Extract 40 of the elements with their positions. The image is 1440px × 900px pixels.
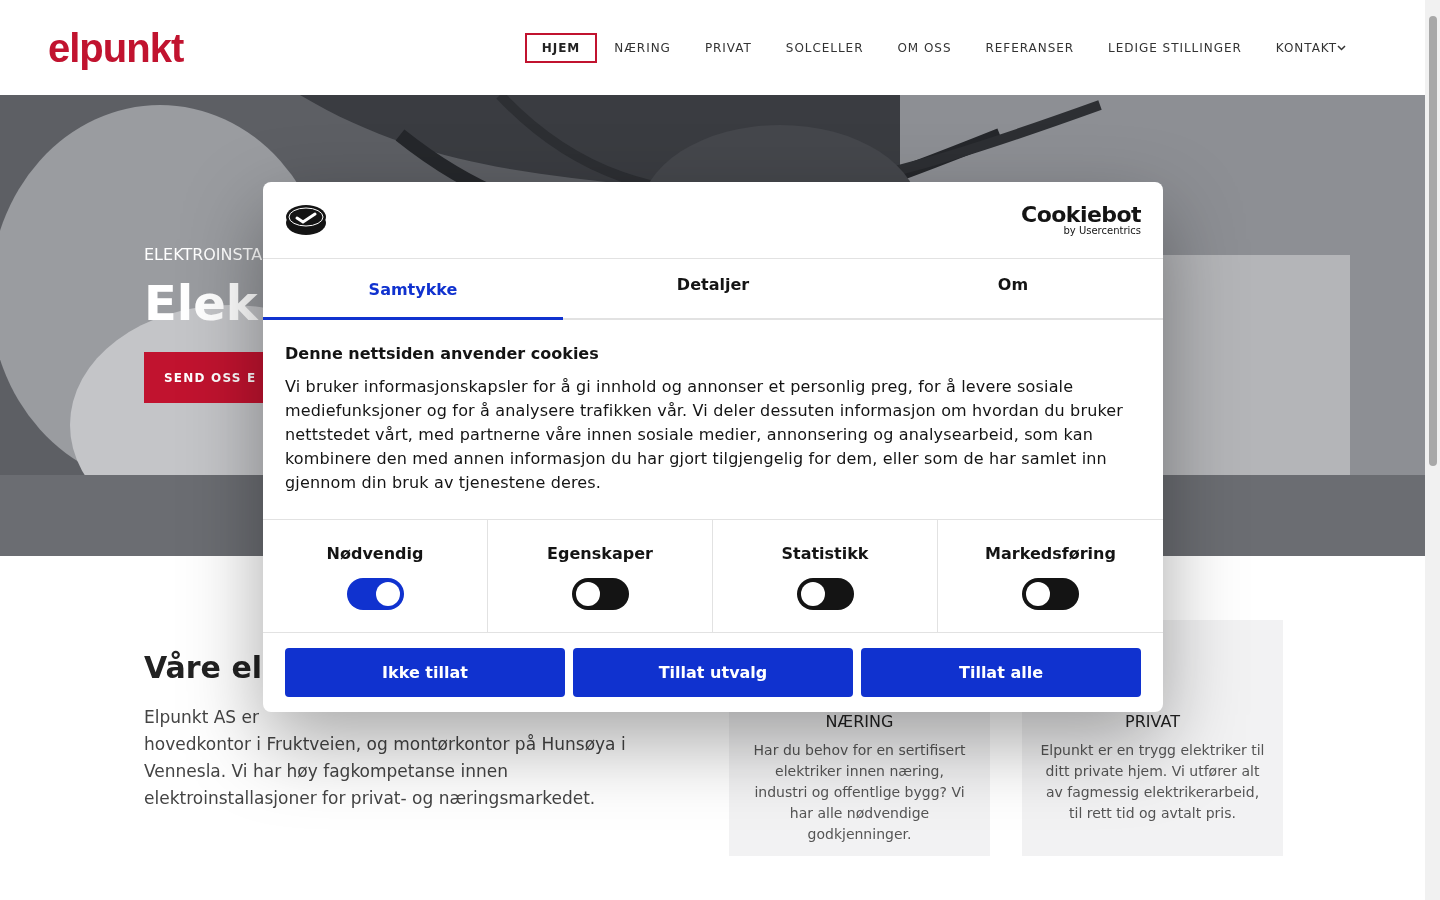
category-label: Markedsføring xyxy=(985,544,1116,564)
cookie-check-icon xyxy=(285,204,327,236)
nav-link[interactable]: OM OSS xyxy=(880,32,969,63)
consent-button[interactable]: Tillat alle xyxy=(861,648,1141,697)
nav-link[interactable]: REFERANSER xyxy=(968,32,1092,63)
dialog-text: Vi bruker informasjonskapsler for å gi innhold og annonser et personlig preg, for å levere sosiale mediefunksjoner og for å analysere trafikken vår. Vi deler dessuten informasjon om hvordan du bruker nettstedet vårt, med partnerne våre innen sosiale medier, annonsering og analysearbeid, som kan kombinere den med annen informasjon du har gjort tilgjengelig for dem, eller som de har samlet inn gjennom din bruk av tjenestene deres. xyxy=(285,376,1125,494)
category-label: Nødvendig xyxy=(326,544,424,564)
nav-link[interactable]: SOLCELLER xyxy=(768,32,881,63)
scrollbar[interactable] xyxy=(1425,0,1440,900)
card-title: NÆRING xyxy=(825,712,894,732)
paragraph-line: hovedkontor i Fruktveien, og montørkontor på Hunsøya i xyxy=(144,733,627,756)
card-text: Har du behov for en sertifisert elektriker innen næring, industri og offentlige bygg? Vi har alle nødvendige godkjenninger. xyxy=(752,741,967,844)
consent-button[interactable]: Ikke tillat xyxy=(285,648,565,697)
paragraph-line: Vennesla. Vi har høy fagkompetanse innen xyxy=(144,760,509,783)
toggle-switch[interactable] xyxy=(1022,578,1079,610)
nav-link[interactable]: NÆRING xyxy=(597,32,688,63)
toggle-switch[interactable] xyxy=(571,578,629,610)
contact-button[interactable]: SEND OSS E xyxy=(144,352,263,403)
dialog-tab[interactable]: Samtykke xyxy=(263,259,563,320)
section-heading: Våre el xyxy=(144,650,263,686)
nav-link[interactable]: KONTAKT xyxy=(1258,32,1363,63)
nav-link[interactable]: LEDIGE STILLINGER xyxy=(1091,32,1259,63)
hero-heading: Elek xyxy=(144,275,258,331)
dialog-title: Denne nettsiden anvender cookies xyxy=(285,344,600,364)
logo[interactable]: elpunkt xyxy=(48,27,184,68)
consent-button[interactable]: Tillat utvalg xyxy=(573,648,853,697)
nav-link[interactable]: HJEM xyxy=(524,32,598,63)
dialog-tab[interactable]: Om xyxy=(863,259,1163,320)
card-title: PRIVAT xyxy=(1125,712,1180,732)
paragraph-line: Elpunkt AS er xyxy=(144,706,260,729)
nav-link[interactable]: PRIVAT xyxy=(687,32,769,63)
category-label: Egenskaper xyxy=(547,544,653,564)
hero-kicker: ELEKTROINSTA xyxy=(144,245,263,265)
paragraph-line: elektroinstallasjoner for privat- og næringsmarkedet. xyxy=(144,787,597,810)
toggle-switch[interactable] xyxy=(796,578,854,610)
toggle-switch[interactable] xyxy=(346,578,404,610)
cookiebot-logo: Cookiebot by Usercentrics xyxy=(1021,204,1141,236)
card-text: Elpunkt er en trygg elektriker til ditt private hjem. Vi utfører alt av fagmessig elektrikerarbeid, til rett tid og avtalt pris. xyxy=(1040,741,1265,823)
category-label: Statistikk xyxy=(781,544,869,564)
dialog-tab[interactable]: Detaljer xyxy=(563,259,863,320)
